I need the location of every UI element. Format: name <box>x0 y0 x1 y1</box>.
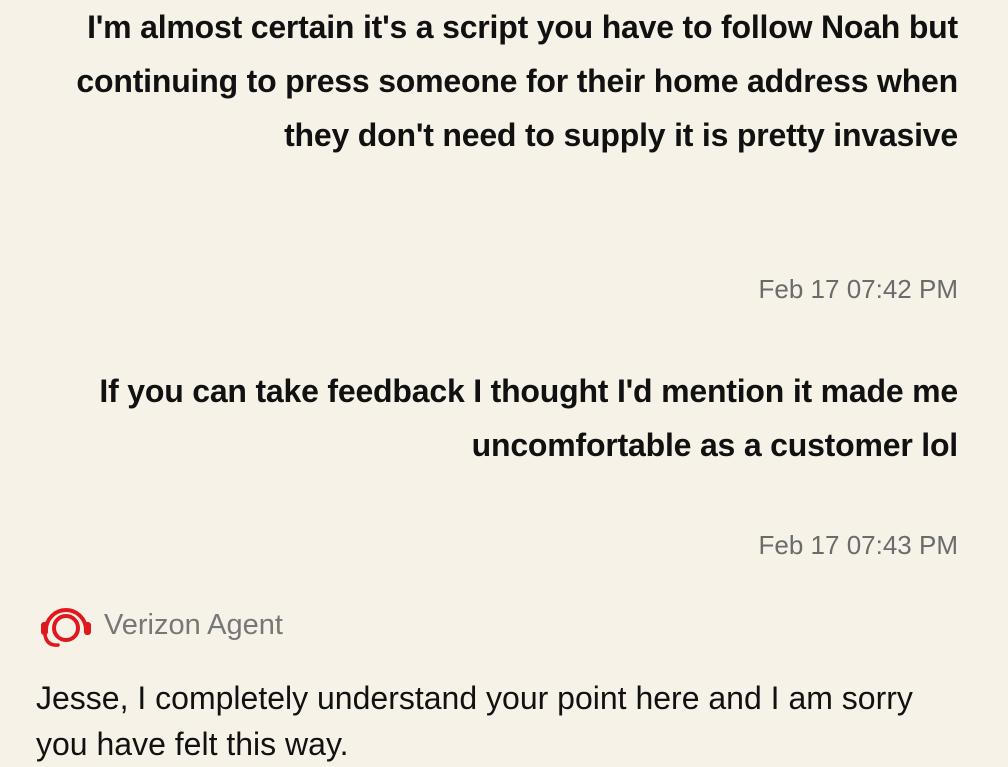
message-timestamp: Feb 17 07:42 PM <box>758 274 958 304</box>
customer-message: If you can take feedback I thought I'd m… <box>99 373 958 463</box>
agent-message: Jesse, I completely understand your poin… <box>36 680 913 762</box>
headset-icon <box>38 600 94 650</box>
agent-name: Verizon Agent <box>104 608 283 641</box>
message-timestamp: Feb 17 07:43 PM <box>758 530 958 560</box>
customer-message: I'm almost certain it's a script you hav… <box>76 9 958 153</box>
agent-header: Verizon Agent <box>38 600 283 650</box>
